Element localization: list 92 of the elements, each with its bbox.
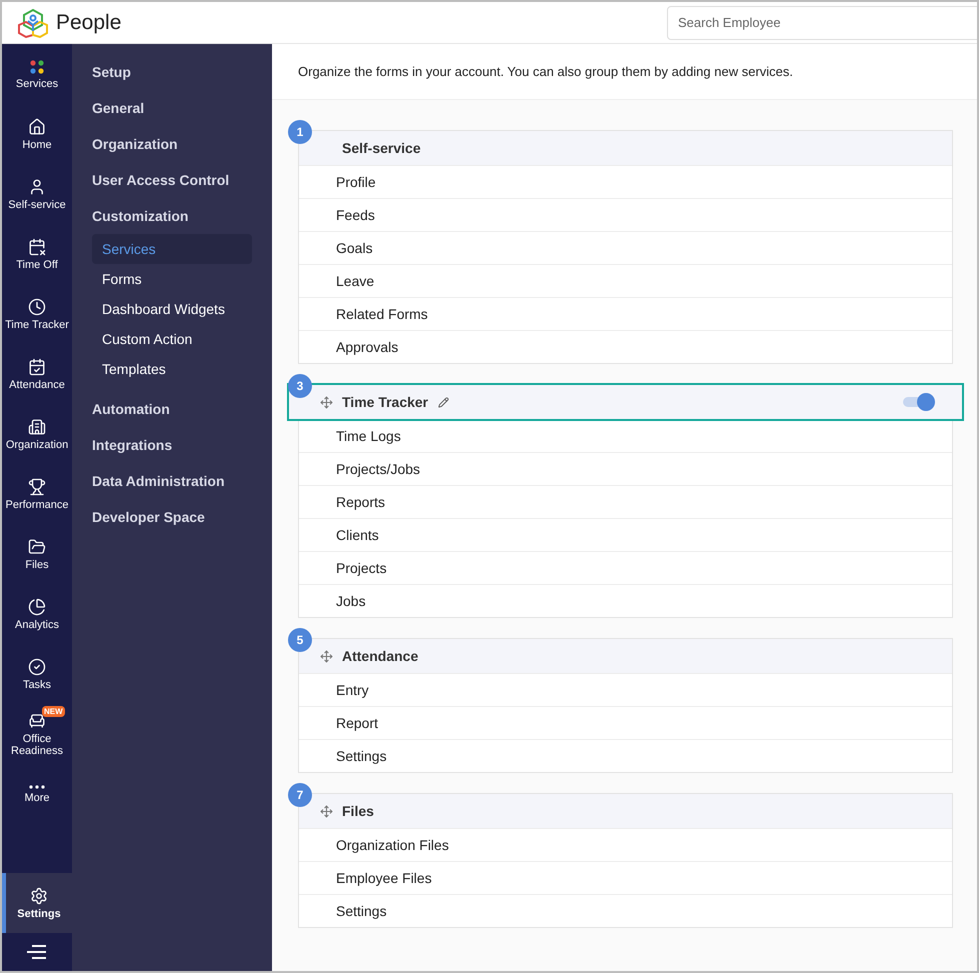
service-number: 1 xyxy=(288,120,312,144)
form-row[interactable]: Projects/Jobs xyxy=(299,452,952,485)
settings-icon xyxy=(30,886,48,904)
service-title: Self-service xyxy=(342,138,421,158)
edit-icon[interactable] xyxy=(438,396,450,408)
form-row[interactable]: Reports xyxy=(299,485,952,518)
desk-icon xyxy=(28,712,46,730)
app-title: People xyxy=(56,10,122,36)
form-row[interactable]: Projects xyxy=(299,551,952,584)
drag-handle-icon[interactable] xyxy=(320,804,333,818)
rail-item[interactable]: Time Off xyxy=(2,224,72,284)
rail-label: Settings xyxy=(16,908,62,920)
home-icon xyxy=(28,118,46,136)
settings-menu-item[interactable]: Integrations xyxy=(92,435,252,456)
service-title: Attendance xyxy=(342,646,418,666)
settings-menu-item[interactable]: General xyxy=(92,98,252,119)
rail-label: Organization xyxy=(4,438,70,450)
rail-item[interactable]: Services xyxy=(2,44,72,104)
clock-icon xyxy=(28,298,46,316)
form-row[interactable]: Feeds xyxy=(299,198,952,231)
form-row[interactable]: Report xyxy=(299,706,952,739)
dots-grid-icon xyxy=(29,58,45,74)
form-row[interactable]: Clients xyxy=(299,518,952,551)
settings-menu-item[interactable]: Automation xyxy=(92,399,252,420)
folder-icon xyxy=(28,538,46,556)
search-field[interactable]: Search Employee xyxy=(667,6,977,40)
rail-item[interactable]: More xyxy=(2,764,72,824)
settings-submenu-item[interactable]: Services xyxy=(92,234,252,264)
form-row[interactable]: Settings xyxy=(299,894,952,927)
menu-icon[interactable] xyxy=(26,945,48,959)
new-badge: NEW xyxy=(42,706,65,716)
rail-label: Office Readiness xyxy=(10,732,64,756)
rail-label: Time Tracker xyxy=(4,318,70,330)
form-row[interactable]: Settings xyxy=(299,739,952,772)
rail-item[interactable]: Organization xyxy=(2,404,72,464)
intro-text: Organize the forms in your account. You can also group them by adding new services. xyxy=(298,62,794,81)
rail-item[interactable]: Home xyxy=(2,104,72,164)
rail-item[interactable]: Performance xyxy=(2,464,72,524)
settings-menu-item[interactable]: User Access Control xyxy=(92,170,252,191)
settings-submenu-item[interactable]: Forms xyxy=(92,264,252,294)
check-circle-icon xyxy=(28,658,46,676)
form-row[interactable]: Employee Files xyxy=(299,861,952,894)
service-number: 3 xyxy=(288,374,312,398)
form-row[interactable]: Jobs xyxy=(299,584,952,617)
pie-chart-icon xyxy=(28,598,46,616)
rail-item[interactable]: Attendance xyxy=(2,344,72,404)
service-number: 5 xyxy=(288,628,312,652)
user-icon xyxy=(28,178,46,196)
service-title: Files xyxy=(342,802,374,820)
rail-label: Tasks xyxy=(22,678,52,690)
form-row[interactable]: Profile xyxy=(299,165,952,198)
rail-label: Analytics xyxy=(14,618,60,630)
rail-item[interactable]: Files xyxy=(2,524,72,584)
rail-label: Attendance xyxy=(8,378,66,390)
rail-item[interactable]: Analytics xyxy=(2,584,72,644)
settings-menu-item[interactable]: Data Administration xyxy=(92,471,252,492)
settings-submenu-item[interactable]: Custom Action xyxy=(92,324,252,354)
settings-submenu-item[interactable]: Dashboard Widgets xyxy=(92,294,252,324)
rail-label: Home xyxy=(21,138,53,150)
form-row[interactable]: Leave xyxy=(299,264,952,297)
form-row[interactable]: Goals xyxy=(299,231,952,264)
form-row[interactable]: Organization Files xyxy=(299,828,952,861)
rail-label: Time Off xyxy=(15,258,59,270)
trophy-icon xyxy=(28,478,46,496)
settings-menu-item[interactable]: Customization xyxy=(92,206,252,227)
form-row[interactable]: Time Logs xyxy=(299,419,952,452)
rail-item[interactable]: Settings xyxy=(2,873,72,933)
more-icon xyxy=(29,784,45,788)
service-number: 7 xyxy=(288,783,312,807)
rail-item[interactable]: Time Tracker xyxy=(2,284,72,344)
settings-menu-item[interactable]: Developer Space xyxy=(92,507,252,528)
rail-label: Files xyxy=(24,558,50,570)
drag-handle-icon[interactable] xyxy=(320,396,333,408)
drag-handle-icon[interactable] xyxy=(320,650,333,662)
form-row[interactable]: Approvals xyxy=(299,330,952,363)
logo-icon xyxy=(18,8,48,38)
form-row[interactable]: Entry xyxy=(299,673,952,706)
building-icon xyxy=(28,418,46,436)
rail-label: Performance xyxy=(4,498,70,510)
settings-submenu-item[interactable]: Templates xyxy=(92,354,252,384)
rail-item[interactable]: Tasks xyxy=(2,644,72,704)
rail-label: More xyxy=(23,792,51,804)
form-row[interactable]: Related Forms xyxy=(299,297,952,330)
settings-menu-item[interactable]: Organization xyxy=(92,134,252,155)
calendar-icon xyxy=(28,238,46,256)
rail-item[interactable]: Self-service xyxy=(2,164,72,224)
rail-item[interactable]: NEW Office Readiness xyxy=(2,704,72,764)
rail-label: Services xyxy=(14,78,60,90)
service-title: Time Tracker xyxy=(342,392,428,412)
settings-menu-item[interactable]: Setup xyxy=(92,62,252,83)
rail-label: Self-service xyxy=(7,198,67,210)
calendar-check-icon xyxy=(28,358,46,376)
